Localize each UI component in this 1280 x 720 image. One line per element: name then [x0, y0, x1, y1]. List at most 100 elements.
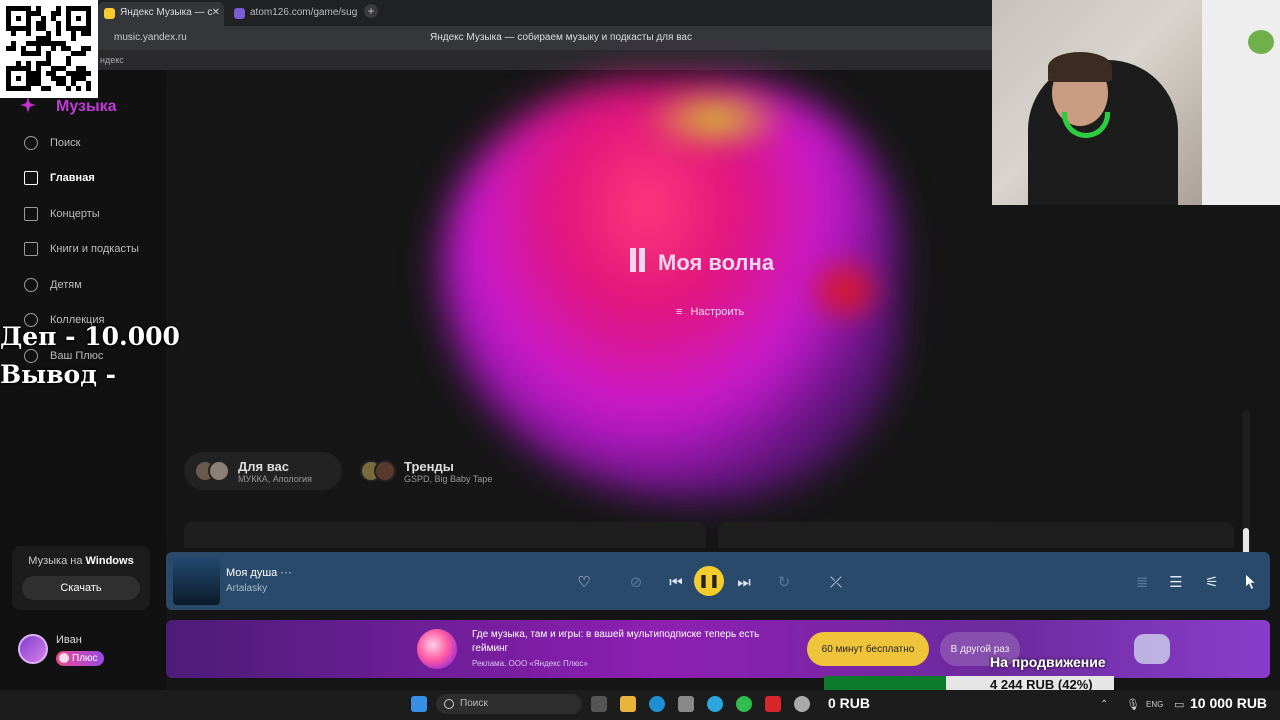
qr-cell [51, 46, 56, 51]
taskbar [0, 690, 1280, 720]
new-tab-button[interactable]: + [364, 4, 378, 18]
chip-text: Тренды GSPD, Big Baby Tape [404, 459, 492, 484]
microphone-icon[interactable]: 🎙 [1126, 698, 1140, 711]
webcam-feed [992, 0, 1280, 205]
search-icon [24, 136, 38, 150]
plus-badge-icon [59, 653, 69, 663]
chip-trends[interactable]: Тренды GSPD, Big Baby Tape [350, 452, 516, 490]
wave-visualizer-glow [640, 84, 790, 154]
telegram-icon[interactable] [707, 696, 723, 712]
lyrics-icon[interactable]: ≣ [1132, 572, 1152, 592]
track-more-button[interactable]: ··· [280, 565, 292, 579]
deposit-overlay: Деп - 10.000 [0, 322, 180, 351]
windows-start-icon[interactable] [411, 696, 427, 712]
streamer-hair [1048, 52, 1112, 82]
track-artist[interactable]: Artalasky [226, 583, 267, 594]
chip-for-you[interactable]: Для вас МУККА, Апология [184, 452, 342, 490]
sidebar-item-label: Книги и подкасты [50, 243, 139, 255]
url-text: music.yandex.ru [114, 32, 187, 43]
qr-cell [56, 11, 61, 16]
home-icon [24, 171, 38, 185]
track-title[interactable]: Моя душа [226, 567, 277, 579]
artist-avatar [374, 460, 396, 482]
edge-icon[interactable] [649, 696, 665, 712]
windows-promo-title-text: Музыка на [28, 555, 83, 567]
chip-subtitle: МУККА, Апология [238, 473, 312, 484]
no-sound-link-icon[interactable]: ⤫ [826, 572, 846, 592]
obs-icon[interactable] [794, 696, 810, 712]
my-wave-label: Моя волна [658, 250, 775, 275]
shelf [1202, 0, 1280, 205]
qr-cell [76, 86, 81, 91]
qr-cell [86, 46, 91, 51]
qr-cell [86, 31, 91, 36]
tray-arrow-icon[interactable]: ⌃ [1100, 699, 1108, 710]
atom-favicon-icon [234, 8, 245, 19]
sidebar-item-label: Концерты [50, 208, 100, 220]
file-explorer-icon[interactable] [620, 696, 636, 712]
yandex-music-favicon-icon [104, 8, 115, 19]
sidebar-item-label: Детям [50, 279, 82, 291]
sidebar-item-search[interactable]: Поиск [24, 133, 80, 153]
qr-cell [36, 51, 41, 56]
repeat-icon[interactable]: ↻ [774, 572, 794, 592]
tab-yandex-music[interactable]: Яндекс Музыка — с ✕ [98, 2, 224, 26]
qr-cell [26, 31, 31, 36]
artist-avatar [208, 460, 230, 482]
my-wave-title[interactable]: Моя волна [630, 248, 774, 278]
qr-cell [81, 51, 86, 56]
qr-cell [86, 71, 91, 76]
track-cover[interactable] [173, 558, 220, 605]
wave-settings-button[interactable]: ≡ Настроить [676, 306, 744, 318]
plus-lollipop-icon [417, 629, 457, 669]
page-title: Яндекс Музыка — собираем музыку и подкас… [430, 32, 692, 43]
logo-text[interactable]: Музыка [56, 98, 117, 116]
kids-icon [24, 278, 38, 292]
language-indicator[interactable]: ENG [1146, 700, 1163, 709]
user-name: Иван [56, 634, 82, 646]
card-preview[interactable] [718, 522, 1234, 548]
bookmark-yandex[interactable]: ндекс [100, 55, 124, 65]
sidebar-item-kids[interactable]: Детям [24, 275, 82, 295]
pause-button[interactable]: ❚❚ [694, 566, 724, 596]
download-button[interactable]: Скачать [22, 576, 140, 600]
book-icon [24, 242, 38, 256]
qr-cell [56, 31, 61, 36]
tab-atom[interactable]: atom126.com/game/sug [228, 2, 360, 26]
sidebar-item-concerts[interactable]: Концерты [24, 204, 100, 224]
task-view-icon[interactable] [591, 696, 607, 712]
tab-label: atom126.com/game/sug [250, 7, 358, 18]
qr-cell [66, 86, 71, 91]
qr-cell [46, 86, 51, 91]
sidebar-item-home[interactable]: Главная [24, 168, 95, 188]
like-icon[interactable]: ♡ [574, 572, 594, 592]
qr-cell [11, 46, 16, 51]
qr-cell [16, 76, 21, 81]
free-minutes-button[interactable]: 60 минут бесплатно [807, 632, 929, 666]
windows-app-promo: Музыка на Windows Скачать [12, 546, 150, 610]
plus-badge: Плюс [56, 651, 104, 666]
yandex-browser-icon[interactable] [765, 696, 781, 712]
ticket-icon [24, 207, 38, 221]
previous-icon[interactable]: ⏮ [666, 572, 686, 592]
close-tab-icon[interactable]: ✕ [212, 2, 220, 24]
next-icon[interactable]: ⏭ [734, 572, 754, 592]
qr-cell [71, 36, 76, 41]
qr-cell [76, 16, 81, 21]
store-icon[interactable] [678, 696, 694, 712]
qr-cell [11, 31, 16, 36]
scroll-track[interactable] [1242, 410, 1250, 560]
avatar[interactable] [18, 634, 48, 664]
dislike-icon[interactable]: ⊘ [626, 572, 646, 592]
card-preview[interactable] [184, 522, 706, 548]
queue-icon[interactable]: ☰ [1166, 572, 1186, 592]
tab-label: Яндекс Музыка — с [120, 7, 213, 18]
settings-lines-icon: ≡ [676, 306, 683, 318]
sidebar-item-books[interactable]: Книги и подкасты [24, 239, 139, 259]
gamepad-icon [1134, 634, 1170, 664]
banner-ad-label: Реклама. ООО «Яндекс Плюс» [472, 659, 588, 668]
equalizer-icon[interactable]: ⚟ [1202, 572, 1222, 592]
taskbar-search[interactable]: Поиск [436, 694, 582, 714]
network-icon[interactable]: ▭ [1174, 698, 1184, 711]
whatsapp-icon[interactable] [736, 696, 752, 712]
